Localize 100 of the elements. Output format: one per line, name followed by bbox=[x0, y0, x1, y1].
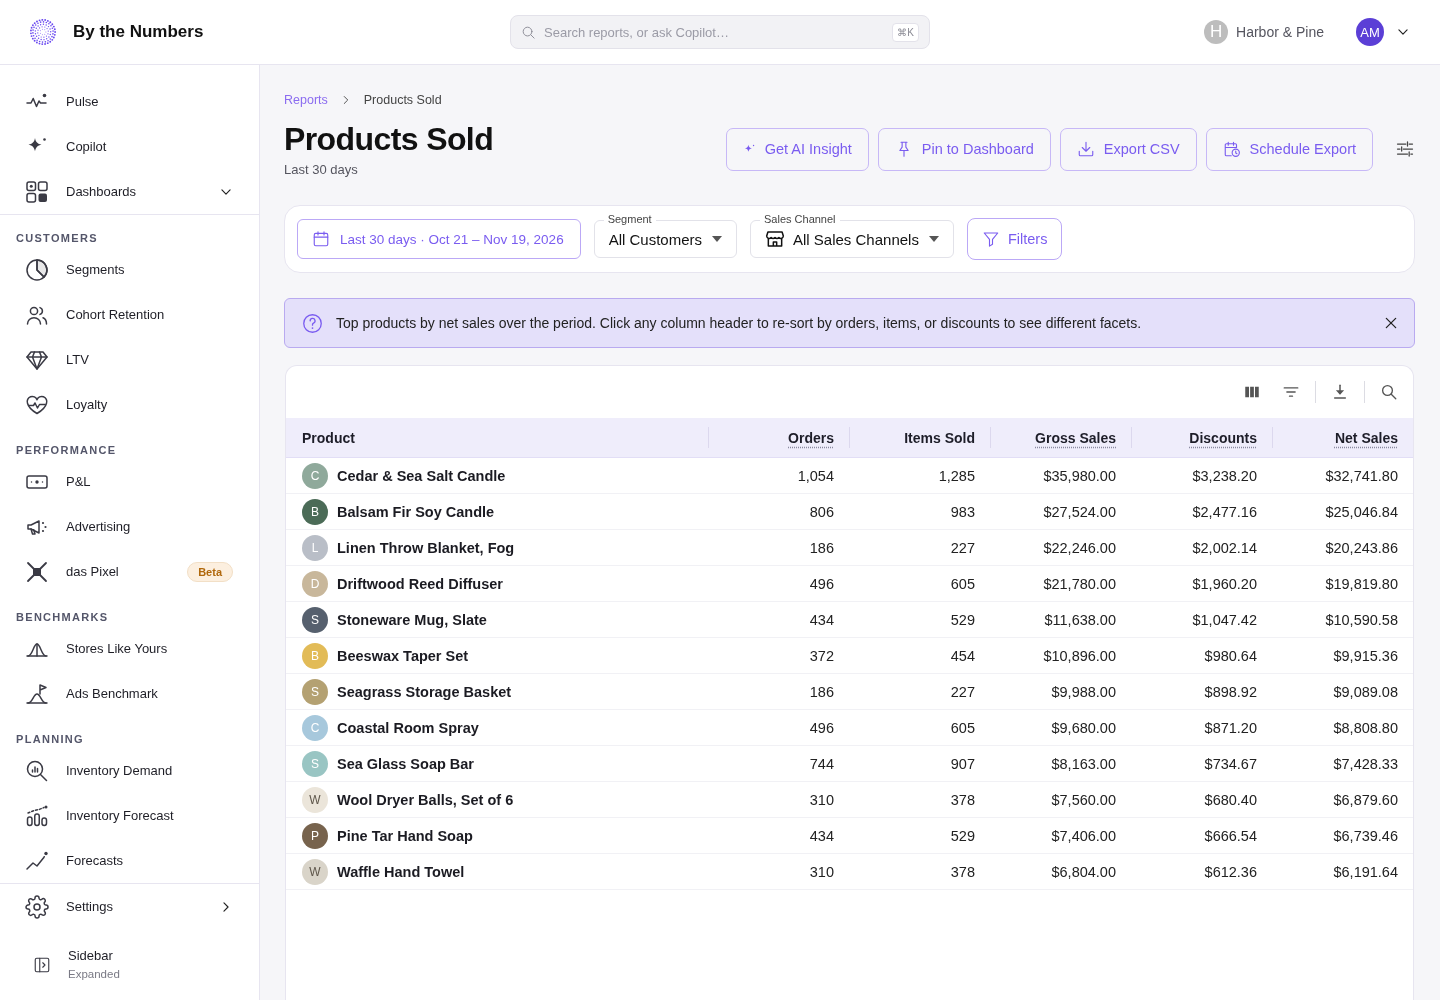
magnifier-chart-icon bbox=[25, 758, 49, 783]
table-cell-text: $10,590.58 bbox=[1324, 610, 1399, 630]
product-name: Sea Glass Soap Bar bbox=[337, 755, 474, 772]
nav-item[interactable]: Segments bbox=[0, 247, 259, 292]
nav-item[interactable]: Inventory Demand bbox=[0, 748, 259, 793]
table-cell-text: 227 bbox=[949, 538, 976, 558]
search-icon[interactable] bbox=[1380, 383, 1398, 401]
date-range-button[interactable]: Last 30 days · Oct 21 – Nov 19, 2026 bbox=[297, 219, 581, 259]
sidebar-toggle[interactable]: Sidebar Expanded bbox=[0, 929, 259, 1000]
table-cell-text: $8,163.00 bbox=[1050, 754, 1117, 774]
nav-item[interactable]: Cohort Retention bbox=[0, 292, 259, 337]
table-cell-text: 496 bbox=[808, 718, 835, 738]
table-cell-text: $9,988.00 bbox=[1050, 682, 1117, 702]
table-cell-text: 806 bbox=[808, 502, 835, 522]
settings-item[interactable]: Settings bbox=[0, 884, 259, 929]
table-cell-text: $7,406.00 bbox=[1050, 826, 1117, 846]
nav-item[interactable]: LTV bbox=[0, 337, 259, 382]
table-cell-text: 434 bbox=[808, 610, 835, 630]
column-header[interactable]: Discounts bbox=[1131, 418, 1272, 457]
product-avatar: D bbox=[302, 570, 328, 597]
table-cell-text: $19,819.80 bbox=[1324, 574, 1399, 594]
download-icon bbox=[1076, 140, 1095, 158]
table-cell-text: 1,285 bbox=[937, 466, 976, 486]
column-header[interactable]: Orders bbox=[708, 418, 849, 457]
table-cell-text: $25,046.84 bbox=[1324, 502, 1399, 522]
nav-item[interactable]: Advertising bbox=[0, 504, 259, 549]
caret-down-icon bbox=[928, 236, 939, 242]
table-cell-text: $11,638.00 bbox=[1043, 610, 1117, 630]
nav-item[interactable]: Pulse bbox=[0, 79, 259, 124]
ai-insight-button[interactable]: Get AI Insight bbox=[725, 127, 869, 171]
table-cell-text: $7,560.00 bbox=[1050, 790, 1117, 810]
table-cell-text: $2,002.14 bbox=[1191, 538, 1258, 558]
table-cell-text: 907 bbox=[949, 754, 976, 774]
table-cell-text: 378 bbox=[949, 862, 976, 882]
table-cell-text: $27,524.00 bbox=[1042, 502, 1117, 522]
nav-item[interactable]: das Pixel Beta bbox=[0, 549, 259, 594]
product-name: Linen Throw Blanket, Fog bbox=[337, 539, 515, 556]
nav-item[interactable]: Stores Like Yours bbox=[0, 626, 259, 671]
banner-text: Top products by net sales over the period. Click any column header to re-sort by orders, items, or discounts to see different facets. bbox=[336, 315, 1142, 331]
filters-button[interactable]: Filters bbox=[966, 218, 1063, 260]
export-csv-button[interactable]: Export CSV bbox=[1059, 127, 1197, 171]
nav-item[interactable]: P&L bbox=[0, 459, 259, 504]
table-cell-text: 605 bbox=[949, 718, 976, 738]
product-name: Waffle Hand Towel bbox=[337, 863, 465, 880]
product-avatar: L bbox=[302, 534, 328, 561]
product-name: Stoneware Mug, Slate bbox=[337, 611, 487, 628]
store-avatar: H bbox=[1204, 20, 1229, 44]
table-cell-text: $734.67 bbox=[1203, 754, 1258, 774]
product-avatar: S bbox=[302, 606, 328, 633]
product-avatar: C bbox=[302, 714, 328, 741]
table-cell-text: $22,246.00 bbox=[1042, 538, 1117, 558]
section-heading: CUSTOMERS bbox=[15, 231, 99, 246]
column-header[interactable]: Items Sold bbox=[849, 418, 990, 457]
calendar-icon bbox=[312, 230, 330, 248]
pie-chart-icon bbox=[25, 257, 49, 282]
nav-item[interactable]: Dashboards bbox=[0, 169, 259, 214]
table-cell-text: 434 bbox=[808, 826, 835, 846]
table-cell-text: $6,739.46 bbox=[1332, 826, 1399, 846]
column-header[interactable]: Net Sales bbox=[1272, 418, 1413, 457]
table-cell-text: 496 bbox=[808, 574, 835, 594]
nav-item[interactable]: Forecasts bbox=[0, 838, 259, 883]
breadcrumb-link[interactable]: Reports bbox=[284, 92, 328, 108]
table-cell-text: 605 bbox=[949, 574, 976, 594]
table-cell-text: $9,089.08 bbox=[1332, 682, 1399, 702]
field-label: Segment bbox=[603, 213, 656, 226]
product-name: Coastal Room Spray bbox=[337, 719, 479, 736]
product-name: Seagrass Storage Basket bbox=[337, 683, 512, 700]
sliders-icon[interactable] bbox=[1395, 139, 1415, 159]
nav-item[interactable]: Ads Benchmark bbox=[0, 671, 259, 716]
pin-to-dashboard-button[interactable]: Pin to Dashboard bbox=[877, 127, 1051, 171]
nav-item[interactable]: Loyalty bbox=[0, 382, 259, 427]
table-cell-text: 310 bbox=[808, 790, 835, 810]
crossed-square-icon bbox=[25, 559, 49, 584]
nav-item[interactable]: Inventory Forecast bbox=[0, 793, 259, 838]
panel-icon bbox=[33, 955, 51, 974]
column-header[interactable]: Product bbox=[286, 418, 708, 457]
table-cell-text: $1,047.42 bbox=[1191, 610, 1258, 630]
field-label: Sales Channel bbox=[760, 213, 840, 226]
app-name: By the Numbers bbox=[73, 22, 204, 42]
beta-badge: Beta bbox=[187, 561, 233, 582]
grid-icon bbox=[25, 179, 49, 204]
user-avatar[interactable]: AM bbox=[1356, 18, 1384, 46]
section-heading: PLANNING bbox=[15, 732, 85, 747]
table-cell-text: 310 bbox=[808, 862, 835, 882]
schedule-export-button[interactable]: Schedule Export bbox=[1205, 127, 1373, 171]
download-icon[interactable] bbox=[1331, 383, 1349, 401]
breadcrumb-current: Products Sold bbox=[363, 92, 442, 108]
table-cell-text: $21,780.00 bbox=[1042, 574, 1117, 594]
table-cell-text: 529 bbox=[949, 610, 976, 630]
table-cell-text: 372 bbox=[808, 646, 835, 666]
logo-icon bbox=[30, 19, 56, 45]
table-cell-text: 529 bbox=[949, 826, 976, 846]
column-header[interactable]: Gross Sales bbox=[990, 418, 1131, 457]
table-cell-text: $10,896.00 bbox=[1042, 646, 1117, 666]
caret-down-icon bbox=[712, 236, 722, 242]
settings-icon bbox=[25, 894, 49, 919]
close-icon[interactable] bbox=[1384, 316, 1398, 330]
nav-item[interactable]: Copilot bbox=[0, 124, 259, 169]
search-icon bbox=[521, 25, 536, 40]
product-avatar: W bbox=[302, 786, 328, 813]
